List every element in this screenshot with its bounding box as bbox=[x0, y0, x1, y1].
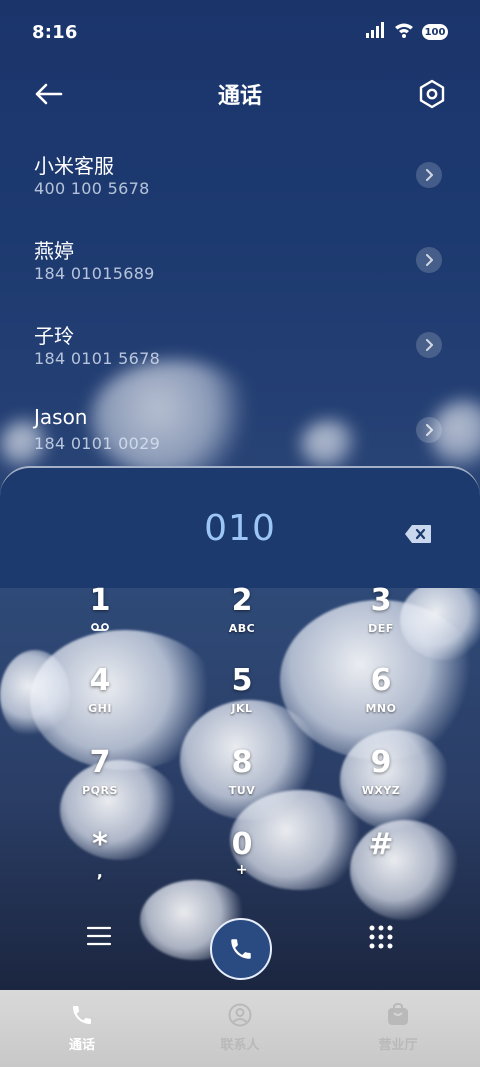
key-digit: 4 bbox=[89, 663, 111, 698]
key-digit: 9 bbox=[370, 745, 392, 780]
key-letters: WXYZ bbox=[361, 784, 401, 797]
contact-icon bbox=[228, 1002, 252, 1028]
contact-number: 184 0101 5678 bbox=[34, 349, 161, 368]
status-bar: 8:16 100 bbox=[0, 0, 480, 64]
status-icons: 100 bbox=[366, 22, 448, 42]
contact-name: 子玲 bbox=[34, 324, 74, 348]
tab-label: 通话 bbox=[68, 1038, 95, 1053]
header: 通话 bbox=[0, 70, 480, 118]
key-2[interactable]: 2 ABC bbox=[172, 584, 312, 664]
phone-icon bbox=[70, 1002, 94, 1028]
key-3[interactable]: 3 DEF bbox=[311, 584, 451, 664]
wifi-icon bbox=[394, 22, 414, 42]
contact-item[interactable]: 燕婷 184 01015689 bbox=[0, 223, 480, 308]
tab-store[interactable]: 营业厅 bbox=[318, 990, 478, 1067]
contact-list: 小米客服 400 100 5678 燕婷 184 01015689 子玲 184… bbox=[0, 138, 480, 478]
key-letters: , bbox=[96, 862, 104, 881]
key-letters: PQRS bbox=[82, 784, 118, 797]
key-letters: ABC bbox=[228, 622, 256, 635]
key-4[interactable]: 4 GHI bbox=[30, 664, 170, 744]
menu-icon[interactable] bbox=[86, 924, 112, 948]
key-digit: 5 bbox=[231, 663, 253, 698]
key-letters: MNO bbox=[365, 702, 397, 715]
key-digit: 3 bbox=[370, 583, 392, 618]
key-digit: * bbox=[92, 827, 108, 862]
settings-icon[interactable] bbox=[416, 78, 448, 110]
status-time: 8:16 bbox=[32, 22, 78, 43]
key-9[interactable]: 9 WXYZ bbox=[311, 746, 451, 826]
contact-item[interactable]: 子玲 184 0101 5678 bbox=[0, 308, 480, 393]
key-hash[interactable]: # bbox=[311, 828, 451, 908]
key-8[interactable]: 8 TUV bbox=[172, 746, 312, 826]
tab-label: 联系人 bbox=[220, 1038, 260, 1053]
phone-icon bbox=[231, 939, 251, 959]
key-letters: GHI bbox=[88, 702, 112, 715]
key-digit: 1 bbox=[89, 583, 111, 618]
key-0[interactable]: 0 + bbox=[172, 828, 312, 908]
bottom-tab-bar: 通话 联系人 营业厅 bbox=[0, 990, 480, 1067]
key-digit: 2 bbox=[231, 583, 253, 618]
backspace-icon[interactable] bbox=[404, 524, 432, 544]
chevron-right-icon[interactable] bbox=[416, 417, 442, 443]
contact-name: 燕婷 bbox=[34, 239, 74, 263]
dialer-actions bbox=[0, 912, 480, 982]
keypad-toggle-icon[interactable] bbox=[368, 924, 394, 950]
key-letters: DEF bbox=[368, 622, 394, 635]
chevron-right-icon[interactable] bbox=[416, 162, 442, 188]
key-digit: 6 bbox=[370, 663, 392, 698]
key-7[interactable]: 7 PQRS bbox=[30, 746, 170, 826]
page-title: 通话 bbox=[217, 84, 262, 109]
contact-number: 184 01015689 bbox=[34, 264, 155, 283]
key-star[interactable]: * , bbox=[30, 828, 170, 908]
signal-icon bbox=[366, 22, 386, 42]
key-digit: 7 bbox=[89, 745, 111, 780]
key-digit: # bbox=[368, 827, 394, 862]
dial-keypad: 1 2 ABC 3 DEF 4 GHI 5 JKL 6 MNO 7 PQRS 8… bbox=[0, 584, 480, 904]
chevron-right-icon[interactable] bbox=[416, 247, 442, 273]
key-digit: 0 bbox=[231, 827, 253, 862]
key-5[interactable]: 5 JKL bbox=[172, 664, 312, 744]
contact-number: 184 0101 0029 bbox=[34, 434, 161, 453]
key-letters: + bbox=[235, 862, 249, 878]
contact-name: Jason bbox=[34, 405, 88, 429]
tab-label: 营业厅 bbox=[378, 1038, 418, 1053]
contact-item[interactable]: 小米客服 400 100 5678 bbox=[0, 138, 480, 223]
chevron-right-icon[interactable] bbox=[416, 332, 442, 358]
store-icon bbox=[386, 1002, 410, 1028]
battery-icon: 100 bbox=[422, 24, 448, 40]
key-1[interactable]: 1 bbox=[30, 584, 170, 664]
key-letters: JKL bbox=[231, 702, 253, 715]
call-button[interactable] bbox=[210, 918, 272, 980]
tab-contacts[interactable]: 联系人 bbox=[160, 990, 320, 1067]
contact-number: 400 100 5678 bbox=[34, 179, 150, 198]
tab-calls[interactable]: 通话 bbox=[2, 990, 162, 1067]
contact-name: 小米客服 bbox=[34, 154, 114, 178]
key-6[interactable]: 6 MNO bbox=[311, 664, 451, 744]
voicemail-icon bbox=[30, 622, 170, 635]
key-digit: 8 bbox=[231, 745, 253, 780]
key-letters: TUV bbox=[228, 784, 256, 797]
